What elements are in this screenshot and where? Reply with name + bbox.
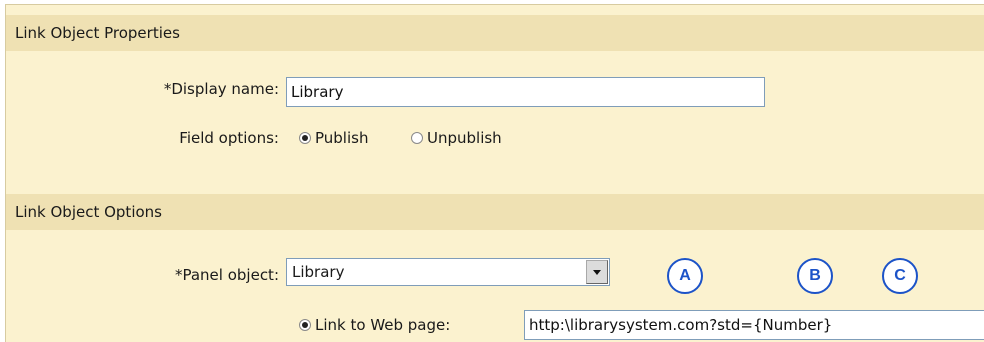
link-to-web-page-option[interactable]: Link to Web page: bbox=[299, 316, 450, 334]
unpublish-option[interactable]: Unpublish bbox=[411, 129, 502, 147]
panel-object-label: *Panel object: bbox=[174, 266, 279, 284]
web-page-url-input[interactable]: http:\librarysystem.com?std={Number} bbox=[524, 310, 984, 340]
unpublish-label: Unpublish bbox=[427, 129, 502, 147]
unpublish-radio[interactable] bbox=[411, 132, 423, 144]
display-name-label: *Display name: bbox=[163, 80, 279, 98]
panel-object-select[interactable]: Library bbox=[286, 258, 610, 286]
link-to-web-page-radio[interactable] bbox=[299, 319, 311, 331]
field-options-label: Field options: bbox=[179, 129, 279, 147]
link-to-web-page-label: Link to Web page: bbox=[315, 316, 451, 334]
callout-b: B bbox=[797, 258, 833, 294]
callout-c: C bbox=[882, 258, 918, 294]
link-object-form: Link Object Properties *Display name: Li… bbox=[5, 4, 984, 342]
panel-object-value: Library bbox=[292, 263, 345, 281]
options-section-header: Link Object Options bbox=[6, 194, 984, 230]
chevron-down-icon[interactable] bbox=[586, 260, 608, 284]
publish-option[interactable]: Publish bbox=[299, 129, 368, 147]
properties-section-header: Link Object Properties bbox=[6, 15, 984, 51]
publish-radio[interactable] bbox=[299, 132, 311, 144]
display-name-input[interactable]: Library bbox=[286, 77, 765, 107]
publish-label: Publish bbox=[315, 129, 369, 147]
callout-a: A bbox=[667, 258, 703, 294]
